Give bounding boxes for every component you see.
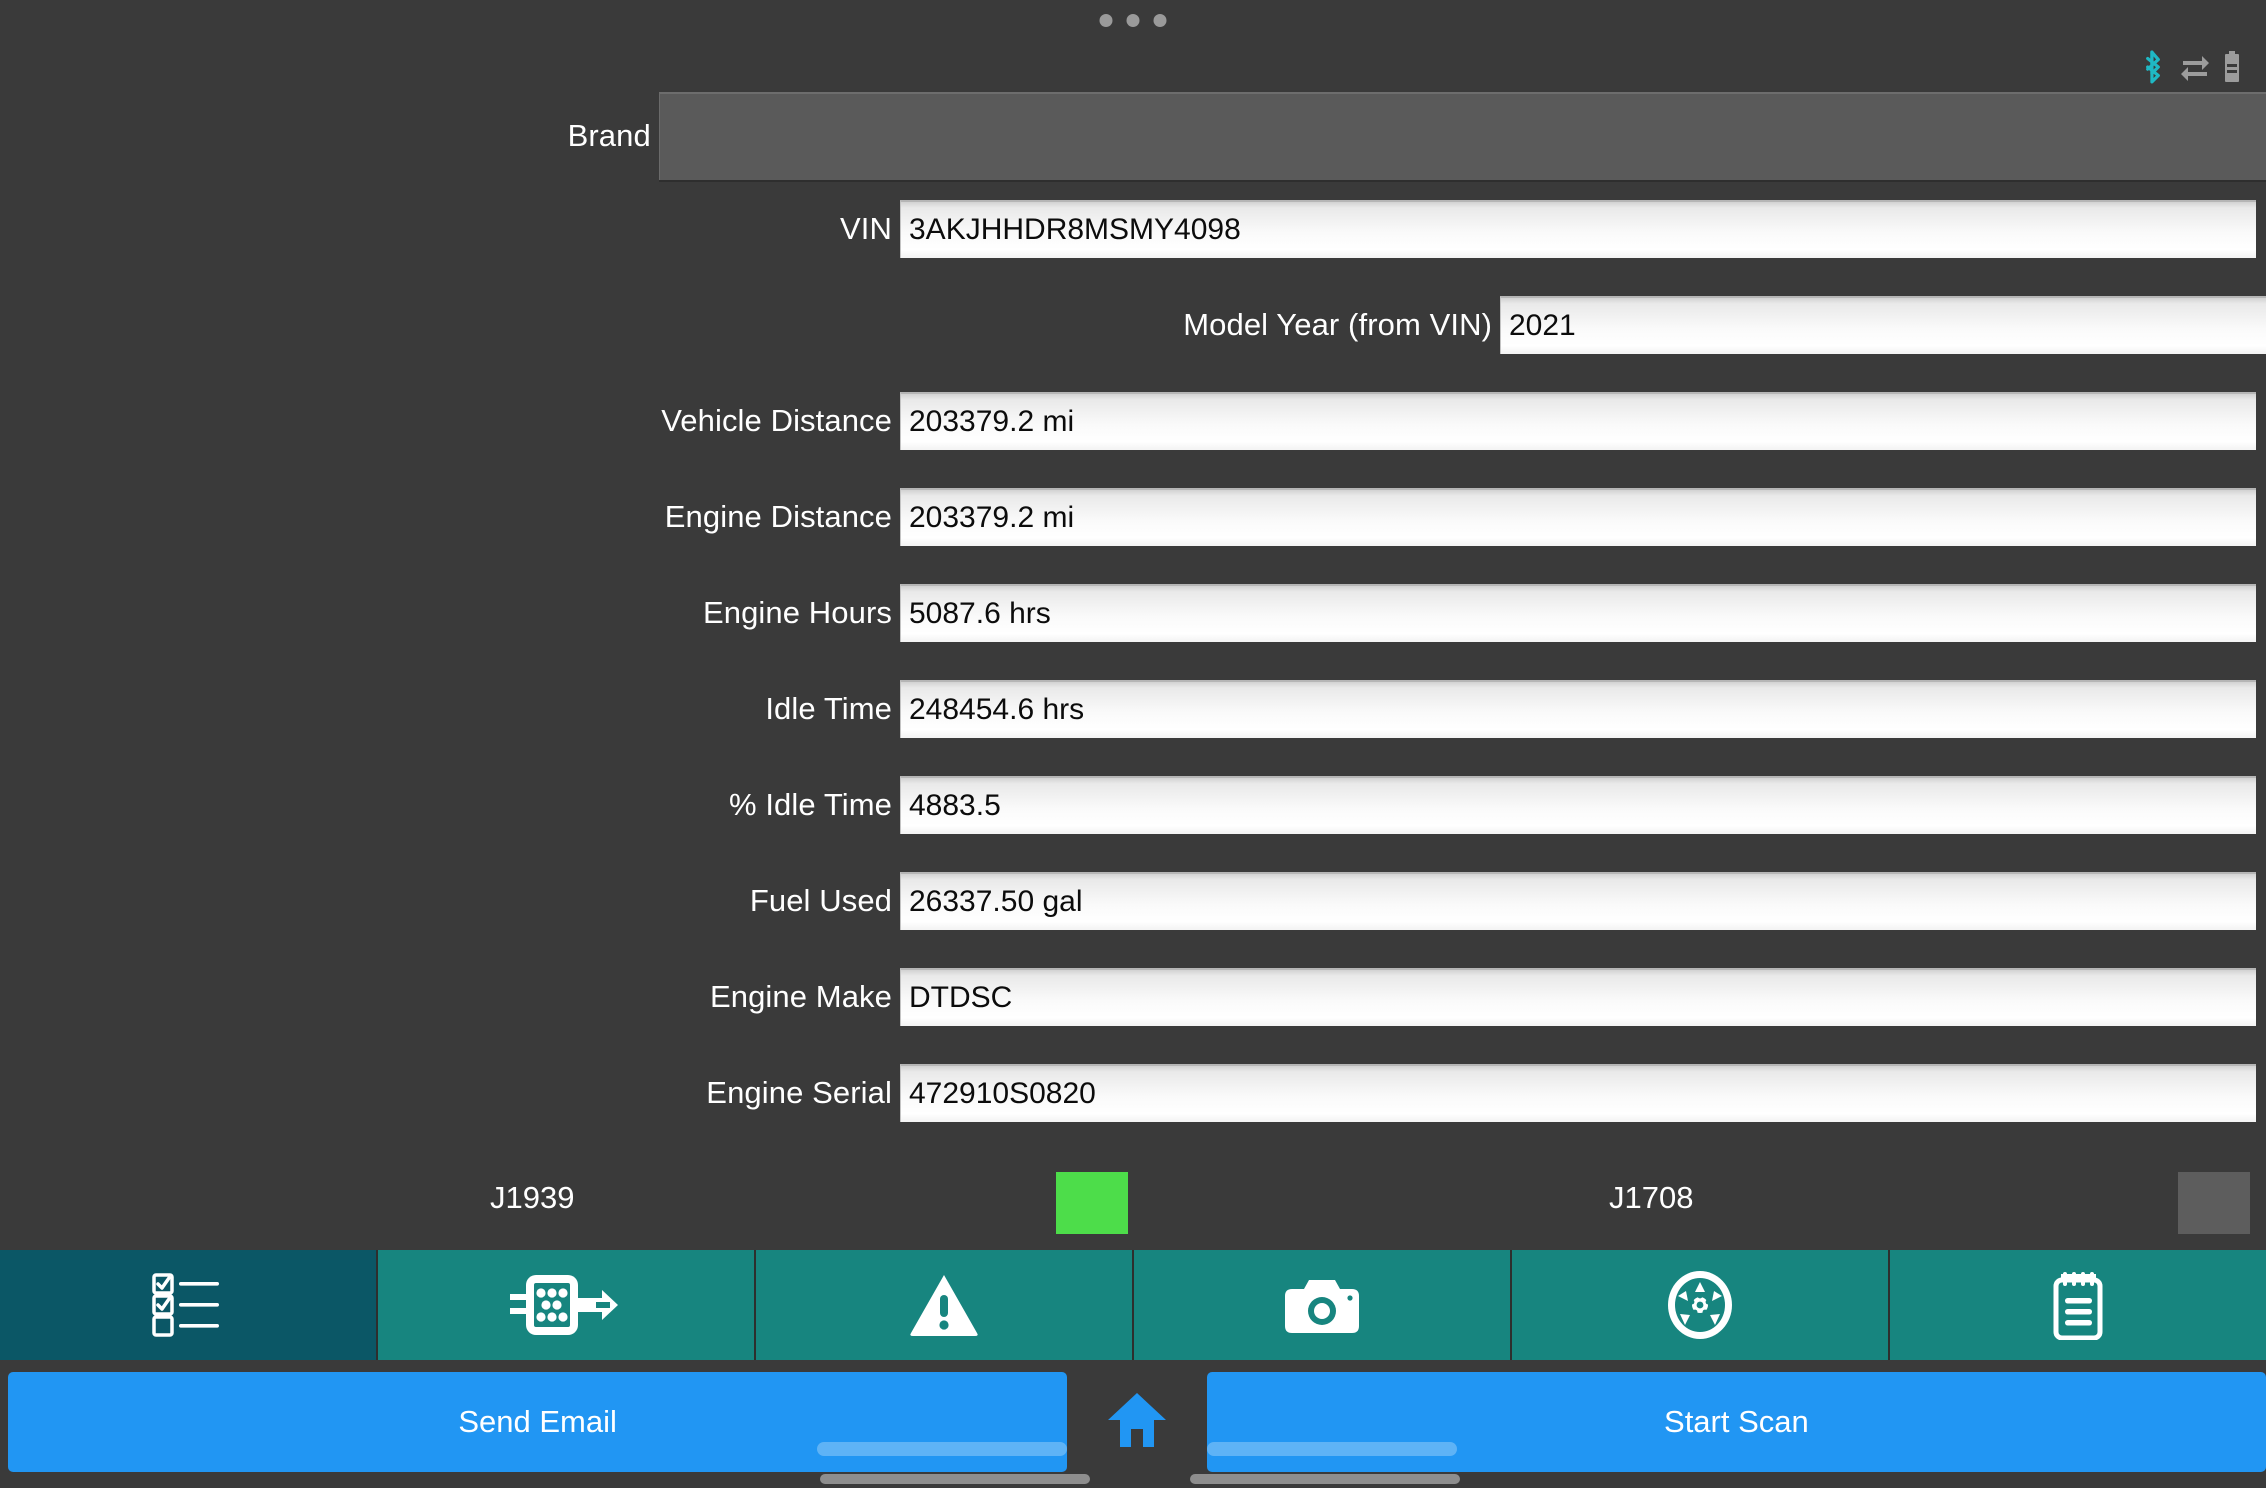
scroll-indicator-right	[1206, 1442, 1457, 1456]
connector-plug-icon	[510, 1272, 622, 1338]
send-email-button[interactable]: Send Email	[8, 1372, 1068, 1472]
form-row-engine-make: Engine Make DTDSC	[0, 968, 2266, 1026]
home-button[interactable]	[1075, 1372, 1199, 1472]
notepad-icon	[2050, 1270, 2106, 1340]
label-model-year: Model Year (from VIN)	[1183, 306, 1492, 342]
form-row-engine-distance: Engine Distance 203379.2 mi	[0, 488, 2266, 546]
form-row-model-year: Model Year (from VIN) 2021	[0, 296, 2266, 354]
label-engine-distance: Engine Distance	[664, 498, 892, 534]
home-icon	[1106, 1391, 1168, 1454]
label-pct-idle-time: % Idle Time	[728, 786, 892, 822]
form-row-vin: VIN 3AKJHHDR8MSMY4098	[0, 200, 2266, 258]
warning-triangle-icon	[909, 1273, 979, 1337]
label-engine-make: Engine Make	[709, 978, 892, 1014]
checklist-icon	[152, 1272, 224, 1338]
send-email-label: Send Email	[458, 1404, 617, 1439]
camera-icon	[1284, 1274, 1360, 1336]
form-row-idle-time: Idle Time 248454.6 hrs	[0, 680, 2266, 738]
label-engine-serial: Engine Serial	[706, 1074, 892, 1110]
label-fuel-used: Fuel Used	[749, 882, 892, 918]
brand-dropdown[interactable]	[658, 92, 2266, 180]
pct-idle-time-input[interactable]: 4883.5	[900, 776, 2256, 834]
tab-connector[interactable]	[378, 1250, 756, 1360]
vin-input[interactable]: 3AKJHHDR8MSMY4098	[900, 200, 2256, 258]
tab-faults[interactable]	[756, 1250, 1134, 1360]
form-row-brand: Brand	[0, 92, 2266, 180]
wheel-icon	[1667, 1270, 1733, 1340]
tab-wheels[interactable]	[1512, 1250, 1890, 1360]
scroll-indicator-left	[817, 1442, 1068, 1456]
action-bar: Send Email Start Scan	[0, 1360, 2266, 1488]
j1708-status-led	[2178, 1172, 2250, 1234]
vehicle-distance-input[interactable]: 203379.2 mi	[900, 392, 2256, 450]
handle-dot	[1126, 14, 1140, 27]
idle-time-input[interactable]: 248454.6 hrs	[900, 680, 2256, 738]
tab-camera[interactable]	[1134, 1250, 1512, 1360]
tab-notes[interactable]	[1890, 1250, 2266, 1360]
model-year-input[interactable]: 2021	[1500, 296, 2266, 354]
handle-dot	[1099, 14, 1113, 27]
engine-make-input[interactable]: DTDSC	[900, 968, 2256, 1026]
start-scan-button[interactable]: Start Scan	[1206, 1372, 2266, 1472]
tab-checklist[interactable]	[0, 1250, 378, 1360]
form-row-pct-idle-time: % Idle Time 4883.5	[0, 776, 2266, 834]
system-nav-strip	[0, 1470, 2266, 1488]
nav-handle-right[interactable]	[1190, 1474, 1460, 1484]
j1939-status-led	[1056, 1172, 1128, 1234]
label-brand: Brand	[567, 117, 651, 153]
nav-handle-left[interactable]	[820, 1474, 1090, 1484]
form-row-engine-serial: Engine Serial 472910S0820	[0, 1064, 2266, 1122]
app-root: Brand VIN 3AKJHHDR8MSMY4098 Model Year (…	[0, 0, 2266, 1488]
fuel-used-input[interactable]: 26337.50 gal	[900, 872, 2256, 930]
form-row-fuel-used: Fuel Used 26337.50 gal	[0, 872, 2266, 930]
engine-hours-input[interactable]: 5087.6 hrs	[900, 584, 2256, 642]
bottom-tab-bar	[0, 1250, 2266, 1360]
label-idle-time: Idle Time	[765, 690, 892, 726]
label-vin: VIN	[840, 210, 892, 246]
engine-serial-input[interactable]: 472910S0820	[900, 1064, 2256, 1122]
handle-dot	[1153, 14, 1167, 27]
form-row-vehicle-distance: Vehicle Distance 203379.2 mi	[0, 392, 2266, 450]
start-scan-label: Start Scan	[1664, 1404, 1809, 1439]
form-row-engine-hours: Engine Hours 5087.6 hrs	[0, 584, 2266, 642]
engine-distance-input[interactable]: 203379.2 mi	[900, 488, 2256, 546]
label-j1708: J1708	[1609, 1180, 1694, 1215]
window-handle-dots[interactable]	[1099, 14, 1167, 27]
label-engine-hours: Engine Hours	[702, 594, 892, 630]
status-bar	[0, 0, 2266, 84]
vehicle-info-form: Brand VIN 3AKJHHDR8MSMY4098 Model Year (…	[0, 76, 2266, 1242]
label-vehicle-distance: Vehicle Distance	[661, 402, 892, 438]
protocol-status-row: J1939 J1708	[0, 1164, 2266, 1244]
label-j1939: J1939	[490, 1180, 575, 1215]
